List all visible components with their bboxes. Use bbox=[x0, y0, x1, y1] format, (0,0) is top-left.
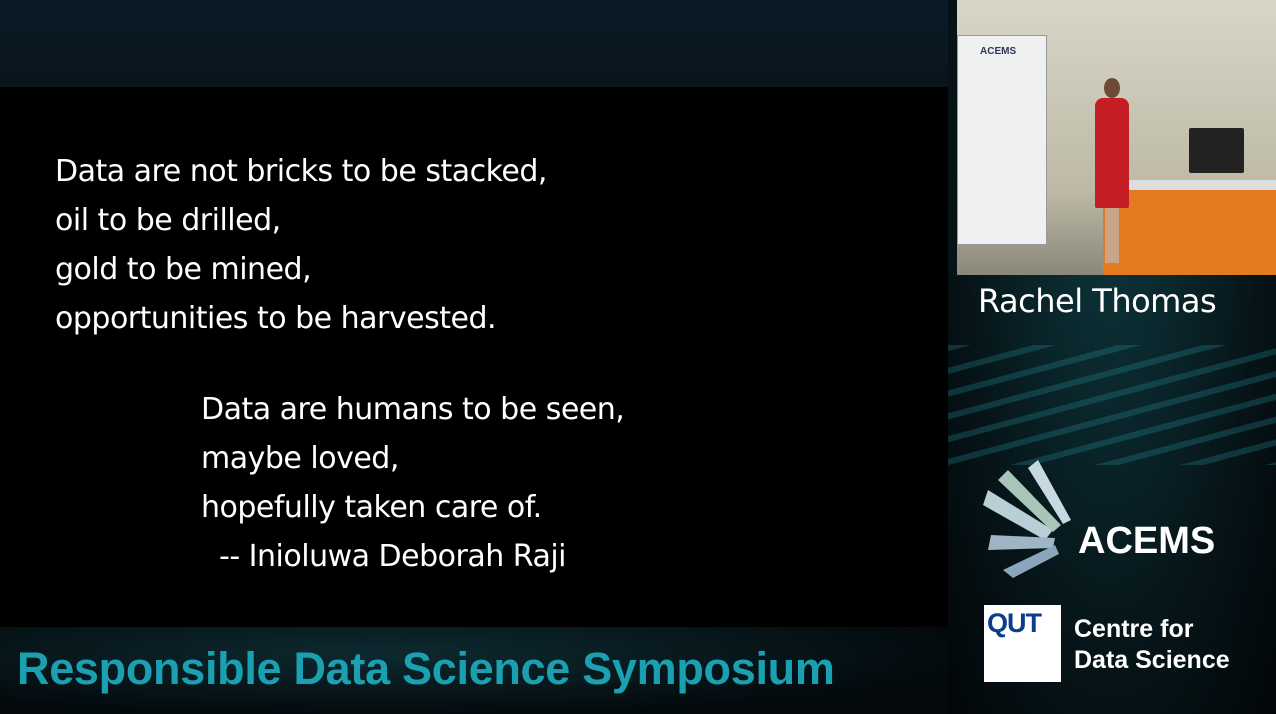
speaker-panel: ACEMS Rachel Thomas ACEMS QUT Centre for… bbox=[948, 0, 1276, 714]
quote-stanza-1: Data are not bricks to be stacked, oil t… bbox=[55, 147, 547, 343]
quote-line: opportunities to be harvested. bbox=[55, 301, 497, 336]
speaker-video: ACEMS bbox=[957, 0, 1276, 275]
acems-banner: ACEMS bbox=[957, 35, 1047, 245]
symposium-title: Responsible Data Science Symposium bbox=[17, 643, 835, 694]
qut-logo: QUT bbox=[984, 605, 1061, 682]
quote-attribution: -- Inioluwa Deborah Raji bbox=[219, 539, 567, 574]
quote-stanza-2: Data are humans to be seen, maybe loved,… bbox=[201, 385, 625, 581]
quote-line: hopefully taken care of. bbox=[201, 490, 542, 525]
top-band bbox=[0, 0, 948, 87]
acems-fan-icon bbox=[983, 460, 1071, 578]
monitor bbox=[1189, 128, 1244, 173]
centre-for-data-science: Centre for Data Science bbox=[1074, 615, 1230, 674]
symposium-footer: Responsible Data Science Symposium bbox=[0, 627, 955, 714]
quote-line: Data are humans to be seen, bbox=[201, 392, 625, 427]
quote-line: Data are not bricks to be stacked, bbox=[55, 154, 547, 189]
speaker-name: Rachel Thomas bbox=[978, 282, 1217, 320]
background-pattern bbox=[948, 345, 1276, 465]
speaker-figure bbox=[1092, 78, 1132, 268]
quote-line: gold to be mined, bbox=[55, 252, 312, 287]
acems-logo: ACEMS bbox=[983, 460, 1243, 580]
quote-line: maybe loved, bbox=[201, 441, 399, 476]
slide-content: Data are not bricks to be stacked, oil t… bbox=[0, 87, 955, 627]
quote-line: oil to be drilled, bbox=[55, 203, 281, 238]
